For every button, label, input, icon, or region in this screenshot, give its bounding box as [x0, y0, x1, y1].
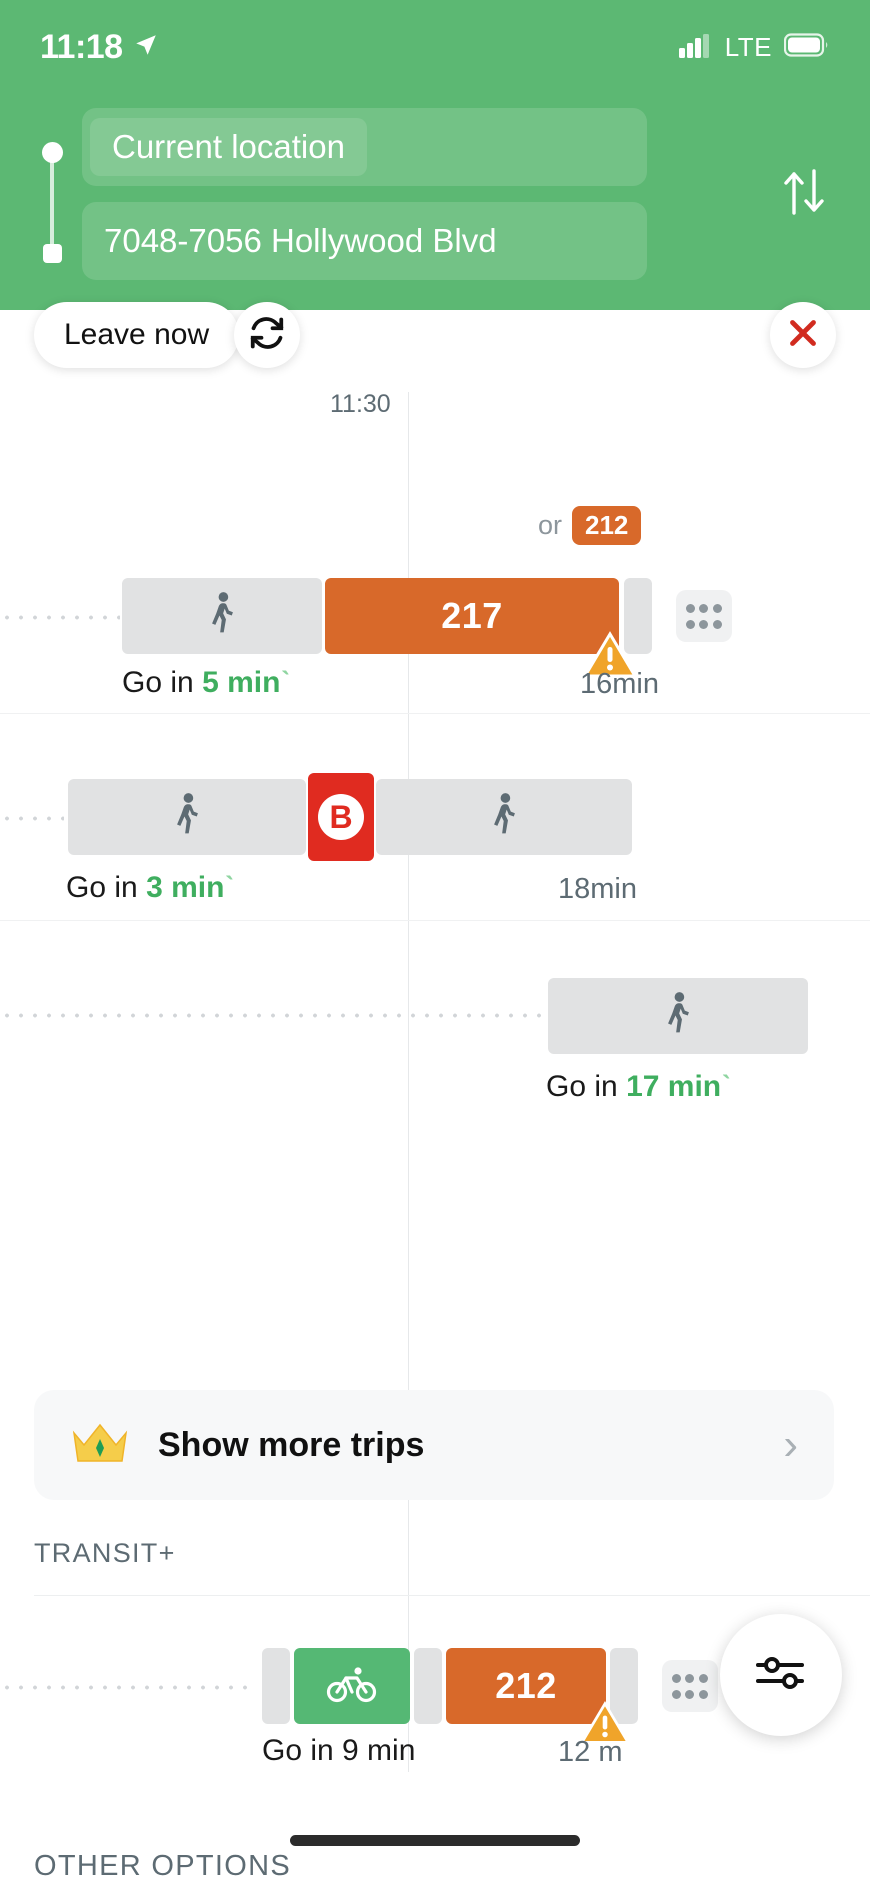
chevron-right-icon: › — [783, 1420, 798, 1469]
destination-field[interactable]: 7048-7056 Hollywood Blvd — [82, 202, 647, 280]
trip-1-go-label: Go in 5 minˋ — [122, 666, 290, 700]
go-minutes: 3 min — [146, 871, 225, 904]
cellular-signal-icon — [678, 32, 713, 63]
location-arrow-icon — [133, 32, 159, 63]
bike-trip-gap-1 — [262, 1648, 290, 1724]
trip-1-duration: 16min — [580, 668, 659, 700]
alt-route-chip: 212 — [572, 506, 642, 545]
walking-person-icon — [205, 591, 239, 642]
section-other-options-title: OTHER OPTIONS — [34, 1850, 291, 1882]
origin-text: Current location — [112, 128, 345, 165]
refresh-icon — [248, 314, 286, 357]
transit-directions-screen: 11:18 LTE Current location 7048-7056 Hol… — [0, 0, 870, 1884]
trip-1-alt-route[interactable]: or 212 — [538, 506, 642, 545]
filter-sliders-icon — [752, 1649, 810, 1702]
live-tick-icon: ˋ — [280, 666, 291, 699]
status-bar: 11:18 LTE — [0, 22, 870, 72]
bike-trip-lead-dots — [0, 1684, 256, 1691]
refresh-button[interactable] — [234, 302, 300, 368]
show-more-trips-button[interactable]: Show more trips › — [34, 1390, 834, 1500]
destination-square — [43, 244, 62, 263]
close-button[interactable] — [770, 302, 836, 368]
timeline-axis-label: 11:30 — [330, 390, 391, 418]
go-prefix: Go in — [546, 1070, 618, 1103]
battery-icon — [783, 32, 830, 62]
go-prefix: Go in — [122, 666, 194, 699]
trip-1-lead-dots — [0, 614, 120, 621]
carrier-label: LTE — [724, 31, 772, 62]
home-indicator — [290, 1835, 580, 1846]
trip-row[interactable]: B Go in 3 minˋ 18min — [0, 715, 870, 921]
bike-trip-duration: 12 m — [558, 1736, 623, 1768]
destination-text: 7048-7056 Hollywood Blvd — [104, 222, 497, 259]
or-text: or — [538, 510, 563, 540]
bike-trip-gap-2 — [414, 1648, 442, 1724]
trip-2-walk-segment-2[interactable] — [376, 779, 632, 855]
trip-2-metro-segment[interactable]: B — [308, 773, 374, 861]
trip-1-walk-segment[interactable] — [122, 578, 322, 654]
live-tick-icon: ˋ — [721, 1070, 732, 1103]
trip-2-go-label: Go in 3 minˋ — [66, 871, 234, 905]
trip-3-walk-segment[interactable] — [548, 978, 808, 1054]
trip-1-bus-segment[interactable]: 217 — [325, 578, 619, 654]
trip-3-lead-dots — [0, 1012, 546, 1019]
trip-2-duration: 18min — [558, 873, 637, 905]
bus-route-number: 217 — [441, 595, 503, 636]
origin-field[interactable]: Current location — [82, 108, 647, 186]
bike-trip-more-icon[interactable] — [662, 1660, 718, 1712]
show-more-trips-label: Show more trips — [158, 1425, 425, 1464]
metro-line-badge: B — [318, 794, 364, 840]
swap-vertical-icon[interactable] — [772, 160, 836, 224]
live-tick-icon: ˋ — [224, 871, 235, 904]
rail-line — [50, 150, 54, 255]
section-divider — [34, 1595, 870, 1596]
go-minutes: 5 min — [202, 666, 281, 699]
trip-controls: Leave now — [0, 302, 870, 368]
walking-person-icon — [170, 792, 204, 843]
trip-2-walk-segment-1[interactable] — [68, 779, 306, 855]
leave-now-button[interactable]: Leave now — [34, 302, 240, 368]
destination-field-inner: 7048-7056 Hollywood Blvd — [96, 212, 505, 270]
trip-1-more-icon[interactable] — [676, 590, 732, 642]
origin-dot — [42, 142, 63, 163]
bike-trip-go-label: Go in 9 min — [262, 1734, 416, 1767]
bike-trip-bike-segment[interactable] — [294, 1648, 410, 1724]
walking-person-icon — [487, 792, 521, 843]
trip-row[interactable]: or 212 217 Go in 5 minˋ 16min — [0, 506, 870, 714]
go-prefix: Go in — [66, 871, 138, 904]
trip-row[interactable]: Go in 17 minˋ — [0, 922, 870, 1114]
status-bar-time: 11:18 — [40, 27, 123, 66]
section-transit-plus-title: TRANSIT+ — [34, 1538, 176, 1568]
go-minutes: 17 min — [626, 1070, 722, 1103]
origin-field-inner: Current location — [90, 118, 367, 176]
filter-options-button[interactable] — [720, 1614, 842, 1736]
bus-route-number: 212 — [495, 1665, 557, 1706]
crown-icon — [70, 1419, 130, 1472]
trip-3-go-label: Go in 17 minˋ — [546, 1070, 731, 1104]
close-x-icon — [785, 315, 821, 356]
route-rail — [40, 136, 64, 266]
trip-2-lead-dots — [0, 815, 64, 822]
bicycle-icon — [326, 1665, 378, 1708]
walking-person-icon — [661, 991, 695, 1042]
